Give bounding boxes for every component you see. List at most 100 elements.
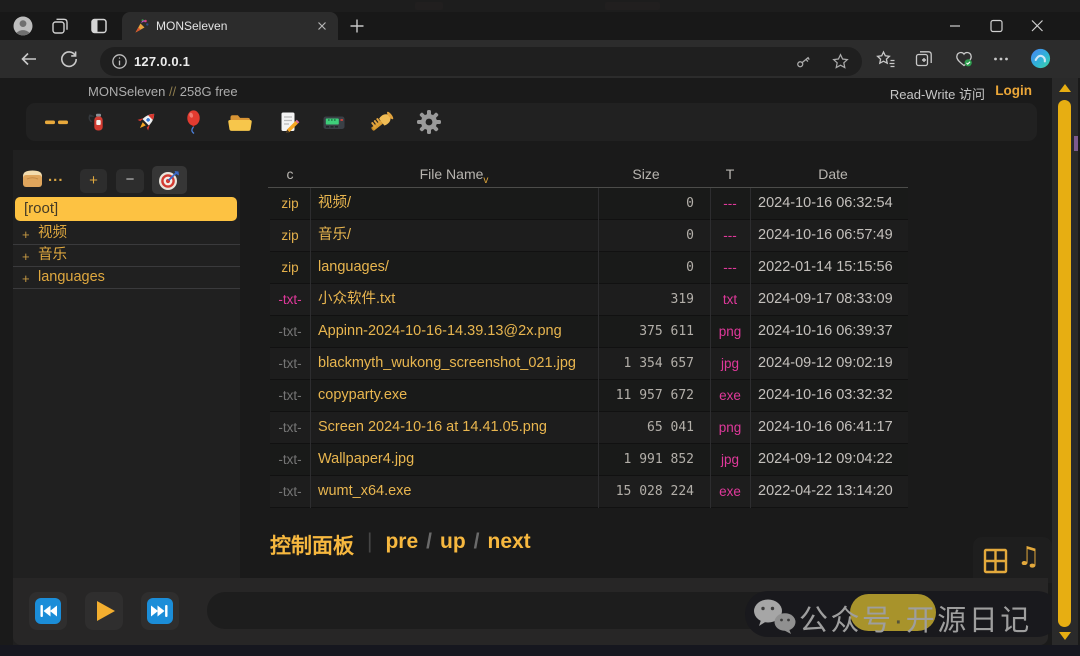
row-action-link[interactable]: -txt- [270, 316, 310, 347]
file-name-link[interactable]: Wallpaper4.jpg [318, 444, 598, 475]
breadcrumb-toggle-icon[interactable] [19, 166, 46, 191]
tree-narrow-button[interactable]: − [116, 169, 144, 193]
file-name-link[interactable]: wumt_x64.exe [318, 476, 598, 507]
trumpet-icon[interactable] [368, 109, 394, 135]
copilot-icon[interactable] [1029, 47, 1049, 67]
dashes-icon[interactable] [44, 109, 70, 135]
table-row: ziplanguages/0---2022-01-14 15:15:56 [270, 252, 908, 284]
column-divider [750, 188, 751, 508]
tree-item-label: 音乐 [38, 245, 67, 266]
row-action-link[interactable]: -txt- [270, 380, 310, 411]
previous-track-button[interactable] [29, 592, 67, 630]
file-size: 0 [598, 220, 694, 251]
tree-expand-icon[interactable]: + [22, 268, 30, 289]
gear-icon[interactable] [416, 109, 442, 135]
tree-widen-button[interactable]: + [80, 169, 107, 193]
grid-view-icon[interactable] [983, 548, 1009, 574]
refresh-button[interactable] [59, 49, 79, 69]
file-name-link[interactable]: languages/ [318, 252, 598, 283]
site-title[interactable]: MONSeleven [88, 84, 165, 99]
site-info-icon[interactable] [110, 52, 130, 72]
sort-indicator: v [483, 175, 488, 186]
login-link[interactable]: Login [995, 83, 1032, 98]
collections-icon[interactable] [914, 49, 934, 69]
new-tab-button[interactable] [348, 17, 366, 35]
browser-menu-icon[interactable] [991, 49, 1011, 69]
file-name-link[interactable]: Screen 2024-10-16 at 14.41.05.png [318, 412, 598, 443]
next-folder-link[interactable]: next [488, 530, 531, 553]
next-track-button[interactable] [141, 592, 179, 630]
up-folder-link[interactable]: up [440, 530, 466, 553]
watermark-text: 公众号·开源日记 [799, 597, 1032, 639]
site-header[interactable]: MONSeleven // 258G free [88, 84, 238, 99]
password-key-icon[interactable] [794, 52, 814, 72]
file-name-link[interactable]: 视频/ [318, 188, 598, 219]
browser-tab[interactable]: MONSeleven [122, 12, 338, 40]
file-name-link[interactable]: 小众软件.txt [318, 284, 598, 315]
scrollbar-marker [1074, 136, 1078, 151]
file-name-link[interactable]: Appinn-2024-10-16-14.39.13@2x.png [318, 316, 598, 347]
scrollbar-thumb[interactable] [1058, 100, 1071, 627]
column-header-c[interactable]: c [270, 163, 310, 187]
row-action-link[interactable]: zip [270, 220, 310, 251]
workspaces-icon[interactable] [50, 16, 70, 36]
address-bar[interactable]: 127.0.0.1 [100, 47, 862, 76]
audio-player-icon[interactable]: ♫ [1017, 542, 1040, 572]
favorite-star-icon[interactable] [831, 52, 851, 72]
window-close-button[interactable] [1027, 18, 1047, 34]
file-size: 0 [598, 188, 694, 219]
window-minimize-button[interactable] [945, 18, 965, 34]
column-header-size[interactable]: Size [598, 163, 694, 187]
row-action-link[interactable]: -txt- [270, 412, 310, 443]
rocket-icon[interactable] [133, 109, 159, 135]
fire-extinguisher-icon[interactable] [85, 109, 111, 135]
tab-actions-icon[interactable] [89, 16, 109, 36]
browser-essentials-icon[interactable] [954, 49, 974, 69]
prev-folder-link[interactable]: pre [385, 530, 418, 553]
tree-expand-icon[interactable]: + [22, 224, 30, 245]
column-header-date[interactable]: Date [758, 163, 908, 187]
table-row: -txt-Wallpaper4.jpg1 991 852jpg2024-09-1… [270, 444, 908, 476]
file-name-link[interactable]: 音乐/ [318, 220, 598, 251]
window-maximize-button[interactable] [986, 18, 1006, 34]
row-action-link[interactable]: -txt- [270, 284, 310, 315]
table-row: -txt-copyparty.exe11 957 672exe2024-10-1… [270, 380, 908, 412]
memo-icon[interactable] [275, 109, 301, 135]
row-action-link[interactable]: -txt- [270, 476, 310, 507]
tree-item-视频[interactable]: +视频 [13, 223, 240, 245]
scrollbar-down-arrow[interactable] [1059, 632, 1071, 640]
tab-close-icon[interactable] [315, 19, 329, 33]
favorites-hub-icon[interactable] [876, 49, 896, 69]
view-toggle-box: ♫ [973, 537, 1052, 583]
play-button[interactable] [85, 592, 123, 630]
file-name-link[interactable]: copyparty.exe [318, 380, 598, 411]
tree-item-音乐[interactable]: + 音乐 [13, 245, 240, 267]
file-size: 11 957 672 [598, 380, 694, 411]
pager-icon[interactable] [321, 109, 347, 135]
row-action-link[interactable]: -txt- [270, 444, 310, 475]
copyparty-page: MONSeleven // 258G free Read-Write 访问 Lo… [0, 78, 1080, 646]
file-date: 2024-10-16 06:39:37 [758, 316, 908, 347]
profile-avatar[interactable] [13, 16, 33, 36]
column-header-type[interactable]: T [710, 163, 750, 187]
page-scrollbar[interactable] [1052, 78, 1078, 646]
column-header-filename[interactable]: File Namev [310, 163, 598, 187]
row-action-link[interactable]: -txt- [270, 348, 310, 379]
back-button[interactable] [19, 49, 39, 69]
file-size: 1 354 657 [598, 348, 694, 379]
file-name-link[interactable]: blackmyth_wukong_screenshot_021.jpg [318, 348, 598, 379]
tree-expand-icon[interactable]: + [22, 246, 30, 267]
tree-root-item[interactable]: [root] [15, 197, 237, 221]
scrollbar-up-arrow[interactable] [1059, 84, 1071, 92]
balloon-icon[interactable] [180, 109, 206, 135]
tree-item-languages[interactable]: +languages [13, 267, 240, 289]
control-panel-link[interactable]: 控制面板 [270, 535, 354, 558]
free-space-label: 258G free [180, 84, 238, 99]
row-action-link[interactable]: zip [270, 188, 310, 219]
tree-dots-toggle[interactable]: ... [48, 166, 68, 191]
directory-tree-panel: ... + − [root] +视频+音乐+languages [13, 150, 240, 650]
scroll-to-target-button[interactable] [152, 166, 187, 194]
folder-icon[interactable] [227, 109, 253, 135]
row-action-link[interactable]: zip [270, 252, 310, 283]
file-date: 2022-04-22 13:14:20 [758, 476, 908, 507]
